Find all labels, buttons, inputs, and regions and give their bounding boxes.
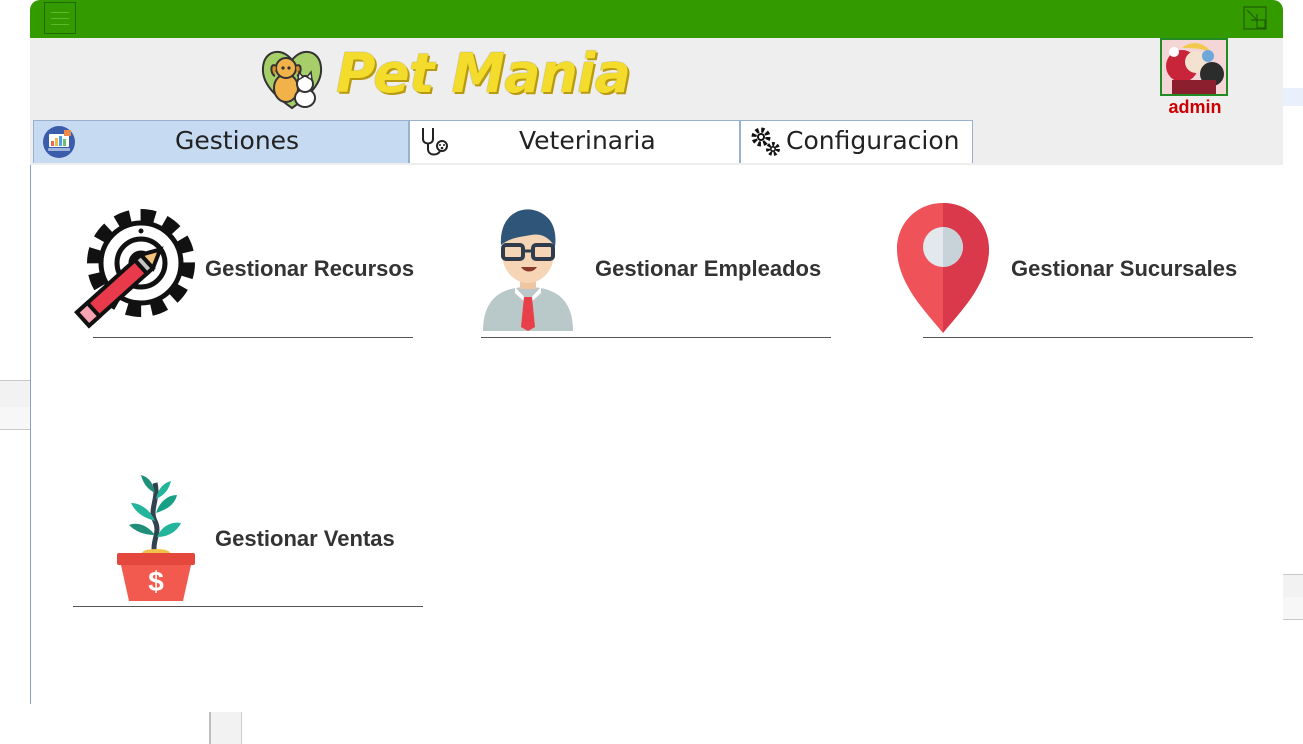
app-window: Pet Mania admin Gestiones Veterinaria Co… — [30, 0, 1283, 704]
card-divider — [73, 606, 423, 607]
money-plant-icon: $ — [117, 475, 195, 601]
dashboard-icon — [43, 126, 75, 158]
card-gestionar-sucursales[interactable]: Gestionar Sucursales — [895, 201, 1265, 341]
tab-gestiones-label: Gestiones — [175, 126, 300, 155]
stethoscope-icon — [422, 128, 448, 156]
title-bar — [30, 0, 1283, 38]
gears-icon — [751, 127, 780, 156]
svg-text:$: $ — [148, 566, 164, 597]
tab-configuracion-label: Configuracion — [786, 126, 960, 155]
card-gestionar-empleados[interactable]: Gestionar Empleados — [481, 201, 851, 341]
card-divider — [923, 337, 1253, 338]
tab-configuracion[interactable]: Configuracion — [740, 120, 973, 163]
tab-veterinaria[interactable]: Veterinaria — [409, 120, 740, 163]
main-tabs: Gestiones Veterinaria Configuracion — [30, 120, 1283, 285]
edge-panel-right-mid — [1283, 574, 1303, 598]
edge-panel-left-bottom — [0, 407, 30, 430]
user-avatar[interactable] — [1160, 38, 1228, 96]
avatar-image-icon — [1162, 40, 1226, 94]
location-pin-icon — [897, 203, 989, 333]
pet-logo-icon — [261, 51, 323, 110]
bottom-scroll-stub — [209, 712, 242, 744]
gear-pencil-icon — [74, 209, 195, 329]
card-divider — [93, 337, 413, 338]
tab-gestiones[interactable]: Gestiones — [33, 120, 409, 163]
card-gestionar-ventas[interactable]: $ Gestionar Ventas — [73, 471, 453, 611]
app-brand-title: Pet Mania — [336, 42, 631, 105]
tab-veterinaria-label: Veterinaria — [519, 126, 656, 155]
restore-window-icon[interactable] — [1243, 6, 1267, 30]
edge-panel-right-top — [1283, 88, 1303, 106]
user-name-label: admin — [1168, 97, 1222, 117]
menu-icon — [51, 11, 69, 13]
edge-panel-left-top — [0, 380, 30, 408]
edge-panel-right-low — [1283, 597, 1303, 620]
gestiones-panel: Gestionar Recursos Gestionar Empleados G… — [30, 165, 1283, 704]
card-divider — [481, 337, 831, 338]
card-gestionar-recursos-label: Gestionar Recursos — [205, 256, 415, 281]
employee-icon — [483, 209, 573, 331]
card-gestionar-ventas-label: Gestionar Ventas — [215, 526, 395, 551]
menu-button[interactable] — [44, 2, 76, 34]
card-gestionar-empleados-label: Gestionar Empleados — [595, 256, 822, 281]
card-gestionar-recursos[interactable]: Gestionar Recursos — [73, 201, 453, 341]
card-gestionar-sucursales-label: Gestionar Sucursales — [1011, 256, 1238, 281]
app-header: Pet Mania admin — [30, 38, 1283, 120]
